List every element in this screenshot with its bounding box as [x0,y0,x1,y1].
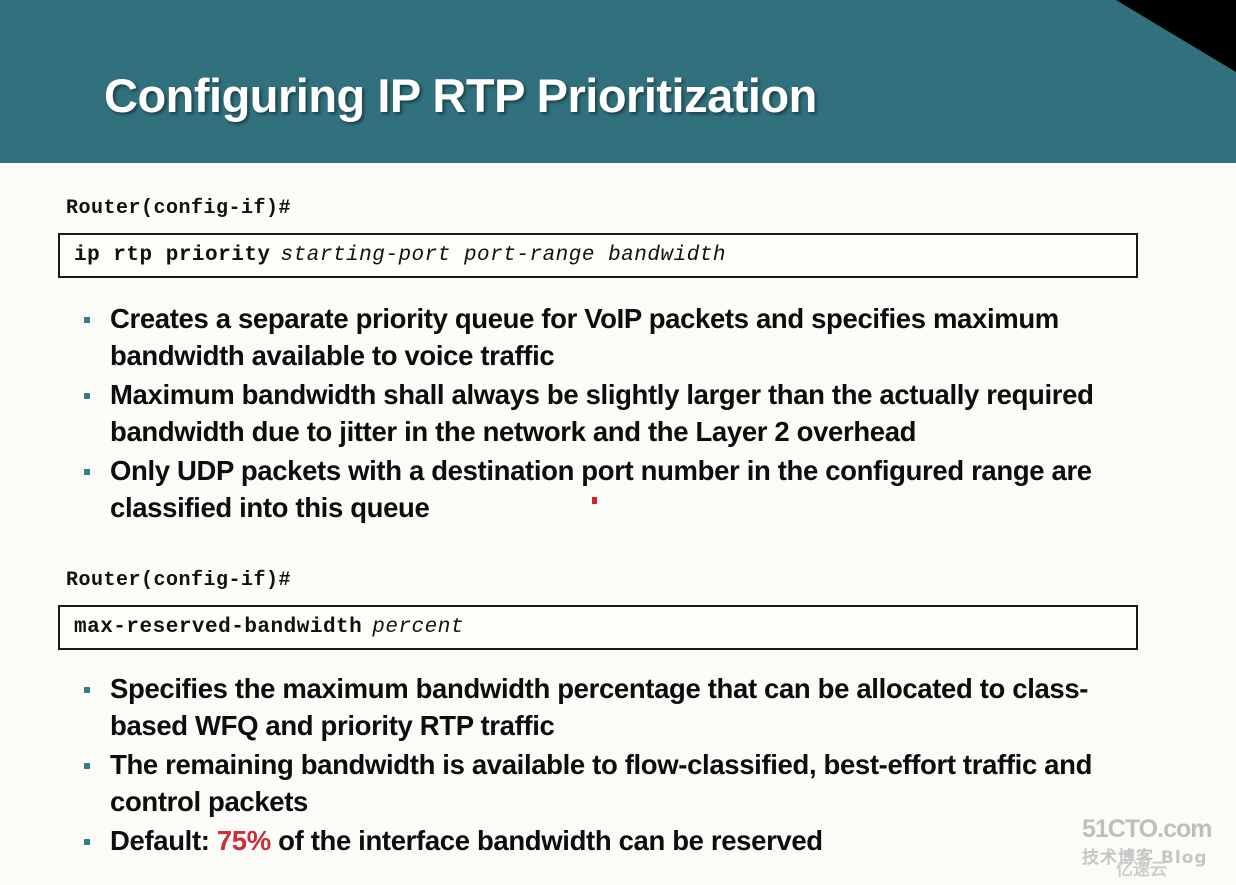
command-arguments-2: percent [372,616,464,639]
list-item: The remaining bandwidth is available to … [66,747,1131,821]
slide-body: Router(config-if)# ip rtp priority start… [0,163,1236,885]
list-item-default-percent: Default: 75% of the interface bandwidth … [66,823,1131,860]
bullet-list-1: Creates a separate priority queue for Vo… [66,301,1131,529]
router-prompt-2: Router(config-if)# [66,569,292,592]
slide-header-band: Configuring IP RTP Prioritization [0,0,1236,163]
corner-wedge-decoration [1116,0,1236,72]
command-box-ip-rtp-priority: ip rtp priority starting-port port-range… [58,233,1138,278]
slide-root: Configuring IP RTP Prioritization Router… [0,0,1236,885]
default-percent-value: 75% [216,824,271,856]
command-keyword-2: max-reserved-bandwidth [74,616,363,639]
clipped-next-line-ghost [66,881,73,885]
stray-red-cursor-artifact [592,497,597,504]
command-keyword-1: ip rtp priority [74,244,271,267]
default-prefix-text: Default: [110,824,217,856]
command-arguments-1: starting-port port-range bandwidth [280,244,727,267]
list-item: Creates a separate priority queue for Vo… [66,301,1131,375]
page-title: Configuring IP RTP Prioritization [104,69,817,122]
default-suffix-text: of the interface bandwidth can be reserv… [270,824,823,856]
list-item: Maximum bandwidth shall always be slight… [66,377,1131,451]
router-prompt-1: Router(config-if)# [66,197,292,220]
bullet-list-2: Specifies the maximum bandwidth percenta… [66,671,1131,862]
list-item: Only UDP packets with a destination port… [66,453,1131,527]
list-item: Specifies the maximum bandwidth percenta… [66,671,1131,745]
command-box-max-reserved-bandwidth: max-reserved-bandwidth percent [58,605,1138,650]
